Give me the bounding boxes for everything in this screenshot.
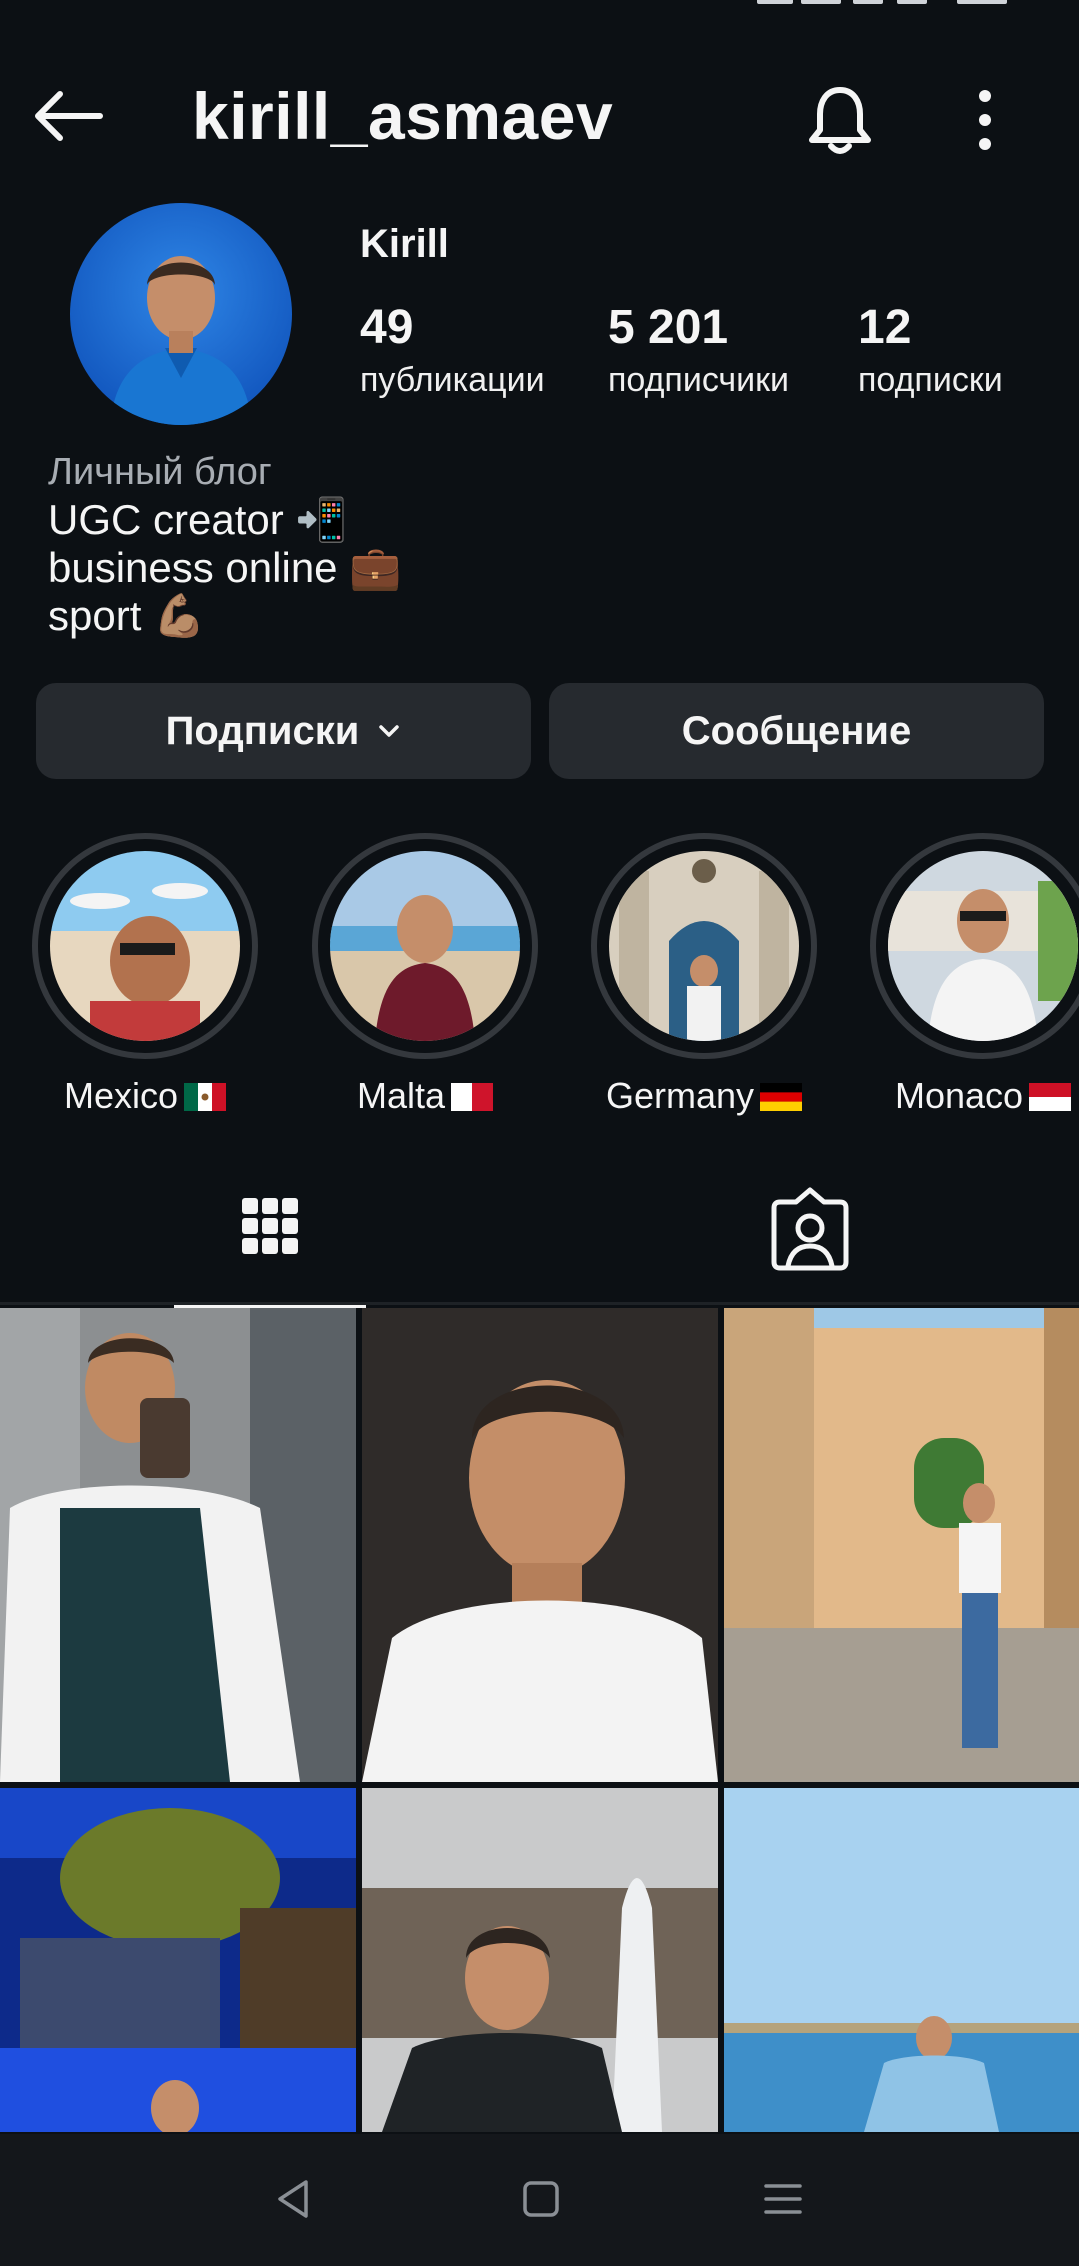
highlight-germany[interactable]: Germany — [591, 833, 817, 1117]
highlight-ring — [32, 833, 258, 1059]
status-icons — [737, 0, 1037, 8]
stat-posts-label: публикации — [360, 361, 545, 399]
following-button[interactable]: Подписки — [36, 683, 531, 779]
bio-line: UGC creator 📲 — [48, 496, 348, 543]
stat-followers-label: подписчики — [608, 361, 790, 399]
highlight-malta[interactable]: Malta — [312, 833, 538, 1117]
highlight-ring — [870, 833, 1079, 1059]
profile-tabs — [0, 1168, 1079, 1308]
stat-posts-count: 49 — [360, 301, 414, 354]
stat-posts[interactable]: 49 публикации — [360, 298, 545, 402]
post-thumbnail[interactable] — [724, 1788, 1079, 2132]
stat-followers[interactable]: 5 201 подписчики — [608, 298, 789, 402]
nav-recents-button[interactable] — [758, 2174, 808, 2224]
notifications-button[interactable] — [800, 80, 880, 160]
post-thumbnail[interactable] — [362, 1788, 718, 2132]
profile-username: kirill_asmaev — [192, 79, 614, 153]
bell-icon — [809, 87, 871, 154]
tagged-icon — [771, 1187, 849, 1271]
highlight-label: Malta — [312, 1075, 538, 1117]
post-thumbnail[interactable] — [362, 1308, 718, 1782]
mexico-flag-icon — [184, 1083, 227, 1111]
tabs-divider — [0, 1302, 1079, 1305]
monaco-flag-icon — [1029, 1083, 1072, 1111]
more-options-button[interactable] — [955, 84, 1015, 156]
post-thumbnail[interactable] — [0, 1788, 356, 2132]
post-thumbnail[interactable] — [724, 1308, 1079, 1782]
highlight-ring — [591, 833, 817, 1059]
highlight-label: Monaco — [870, 1075, 1079, 1117]
profile-header: kirill_asmaev — [0, 60, 1079, 170]
menu-lines-icon — [764, 2184, 802, 2214]
triangle-back-icon — [278, 2180, 308, 2218]
bio-line: sport 💪🏽 — [48, 592, 206, 639]
tab-tagged[interactable] — [714, 1168, 906, 1308]
stat-followers-count: 5 201 — [608, 301, 729, 354]
stat-following-count: 12 — [858, 301, 912, 354]
bio-line: business online 💼 — [48, 544, 402, 591]
message-button-label: Сообщение — [681, 708, 912, 753]
profile-bio: Личный блог UGC creator 📲 business onlin… — [48, 448, 848, 640]
more-vertical-icon — [979, 90, 991, 150]
tab-posts-grid[interactable] — [174, 1168, 366, 1308]
system-nav-bar — [0, 2134, 1079, 2266]
germany-flag-icon — [760, 1083, 803, 1111]
nav-home-button[interactable] — [516, 2174, 566, 2224]
profile-avatar[interactable] — [70, 203, 292, 425]
highlight-mexico[interactable]: Mexico — [32, 833, 258, 1117]
stat-following-label: подписки — [858, 361, 1003, 399]
status-bar — [0, 0, 1079, 40]
square-home-icon — [523, 2181, 559, 2217]
highlight-ring — [312, 833, 538, 1059]
highlight-thumbnail — [50, 851, 240, 1041]
highlight-label: Mexico — [32, 1075, 258, 1117]
chevron-down-icon — [379, 725, 400, 737]
grid-icon — [242, 1198, 298, 1254]
message-button[interactable]: Сообщение — [549, 683, 1044, 779]
profile-category: Личный блог — [48, 451, 272, 493]
highlight-monaco[interactable]: Monaco — [870, 833, 1079, 1117]
back-button[interactable] — [30, 88, 106, 144]
arrow-left-icon — [35, 91, 103, 141]
highlight-thumbnail — [330, 851, 520, 1041]
highlight-label: Germany — [591, 1075, 817, 1117]
stat-following[interactable]: 12 подписки — [858, 298, 1003, 402]
profile-display-name: Kirill — [360, 222, 449, 266]
malta-flag-icon — [451, 1083, 494, 1111]
post-thumbnail[interactable] — [0, 1308, 356, 1782]
nav-back-button[interactable] — [268, 2174, 318, 2224]
following-button-label: Подписки — [165, 708, 360, 753]
highlight-thumbnail — [888, 851, 1078, 1041]
highlight-thumbnail — [609, 851, 799, 1041]
